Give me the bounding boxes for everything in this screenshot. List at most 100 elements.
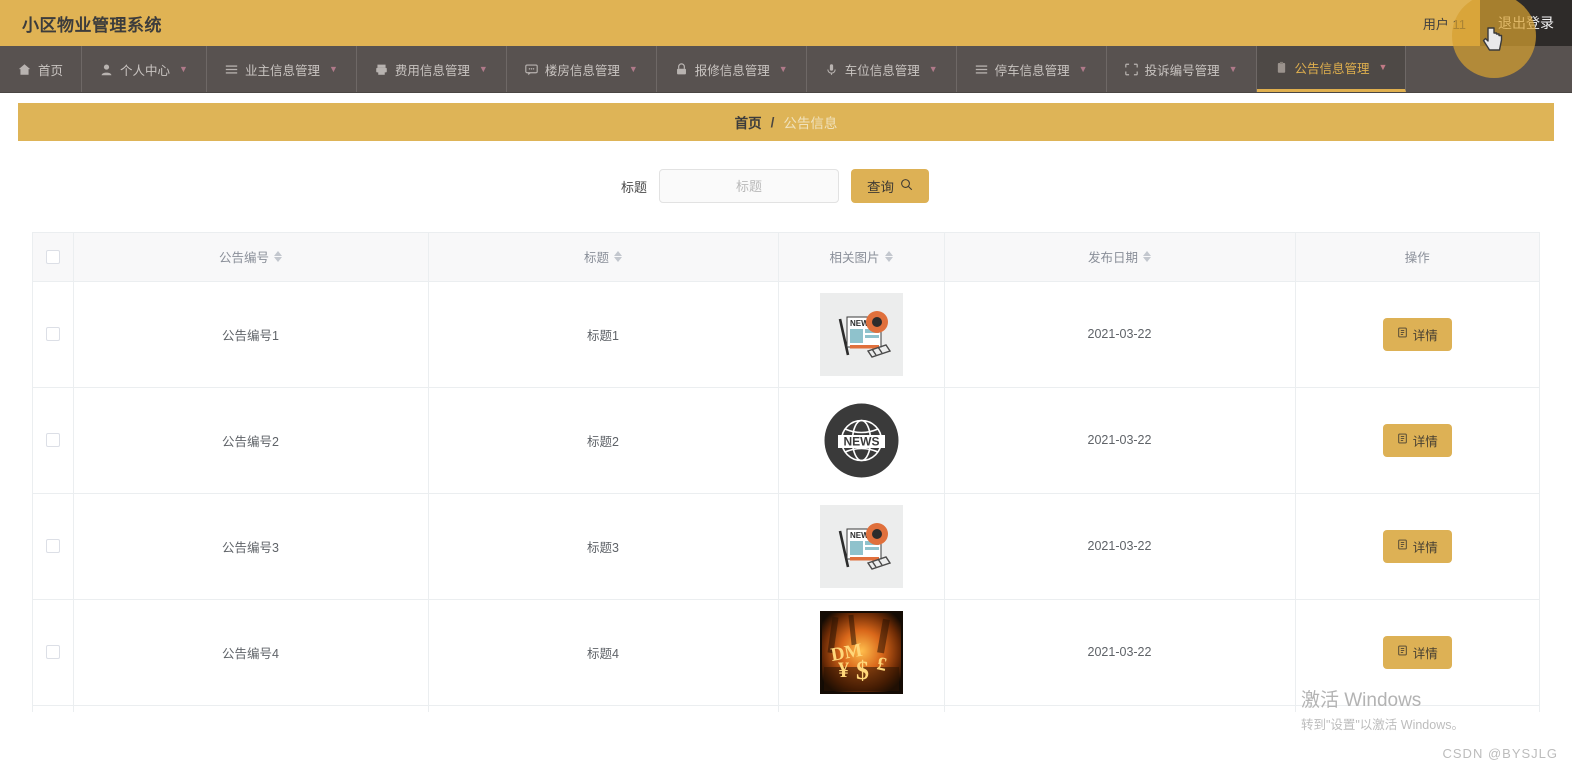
breadcrumb-current: 公告信息 xyxy=(783,116,838,131)
main-navigation: 首页 个人中心 ▼ 业主信息管理 ▼ 费用信息管理 ▼ 楼房信息管理 ▼ 报修信… xyxy=(0,46,1572,93)
nav-item-parking-space-info[interactable]: 车位信息管理 ▼ xyxy=(807,46,957,92)
cell-title: 标题2 xyxy=(428,387,779,494)
detail-button[interactable]: 详情 xyxy=(1382,635,1452,669)
cell-image: NEWS xyxy=(778,281,945,388)
header-right-group: 用户 11 退出登录 xyxy=(1409,0,1572,46)
th-notice-no[interactable]: 公告编号 xyxy=(73,233,429,282)
crop-icon xyxy=(1124,63,1138,76)
nav-label: 楼房信息管理 xyxy=(544,63,620,78)
notice-table-container: 公告编号 标题 相关图片 发布日期 操作 公告编号1 标题1 NEWS 2021… xyxy=(32,232,1540,712)
svg-text:¥: ¥ xyxy=(838,657,849,682)
chevron-down-icon: ▼ xyxy=(928,63,938,74)
document-icon xyxy=(1397,433,1408,447)
cell-image: NEWS xyxy=(778,387,945,494)
table-header-row: 公告编号 标题 相关图片 发布日期 操作 xyxy=(33,233,1539,282)
cell-select xyxy=(33,387,74,494)
notice-thumbnail-globe[interactable]: NEWS xyxy=(820,399,903,482)
table-row[interactable]: 公告编号2 标题2 NEWS 2021-03-22 详情 xyxy=(33,387,1539,494)
th-publish-date[interactable]: 发布日期 xyxy=(944,233,1296,282)
nav-label: 个人中心 xyxy=(120,63,171,78)
th-label: 公告编号 xyxy=(218,251,269,266)
cell-notice-no: 公告编号3 xyxy=(73,493,429,600)
lock-icon xyxy=(675,62,688,76)
document-icon xyxy=(1397,327,1408,341)
th-label: 操作 xyxy=(1404,251,1430,266)
notice-thumbnail-currency[interactable]: DM ¥ $ £ xyxy=(819,610,903,694)
th-select-all xyxy=(33,233,74,282)
nav-label: 车位信息管理 xyxy=(844,63,920,78)
cell-publish-date: 2021-03-22 xyxy=(944,387,1296,494)
th-title[interactable]: 标题 xyxy=(428,233,779,282)
clipboard-icon xyxy=(1275,61,1288,74)
app-title: 小区物业管理系统 xyxy=(22,15,162,35)
nav-filler xyxy=(1406,46,1572,92)
nav-label: 费用信息管理 xyxy=(394,63,470,78)
nav-label: 停车信息管理 xyxy=(994,63,1070,78)
nav-item-complaint-info[interactable]: 投诉编号管理 ▼ xyxy=(1107,46,1257,92)
th-label: 发布日期 xyxy=(1087,251,1138,266)
cell-title: 标题4 xyxy=(428,599,779,706)
search-field-label: 标题 xyxy=(620,179,647,195)
nav-item-repair-info[interactable]: 报修信息管理 ▼ xyxy=(657,46,807,92)
cell-action: 详情 xyxy=(1295,281,1539,388)
row-checkbox[interactable] xyxy=(45,433,60,448)
nav-label: 首页 xyxy=(38,63,64,78)
mic-icon xyxy=(825,63,838,76)
app-header: 小区物业管理系统 用户 11 退出登录 xyxy=(0,0,1572,78)
sort-icon[interactable] xyxy=(614,251,622,263)
sort-icon[interactable] xyxy=(274,251,282,263)
windows-watermark-subtitle: 转到"设置"以激活 Windows。 xyxy=(1300,718,1464,732)
nav-item-parking-info[interactable]: 停车信息管理 ▼ xyxy=(957,46,1107,92)
row-checkbox[interactable] xyxy=(45,645,60,660)
cell-select xyxy=(33,493,74,600)
table-row[interactable]: 公告编号3 标题3 NEWS 2021-03-22 详情 xyxy=(33,493,1539,600)
notice-thumbnail-newspaper[interactable]: NEWS xyxy=(819,504,903,588)
search-input[interactable] xyxy=(659,169,839,203)
cell-select xyxy=(33,705,74,712)
nav-item-notice-info[interactable]: 公告信息管理 ▼ xyxy=(1256,46,1407,92)
cell-select xyxy=(33,599,74,706)
nav-label: 公告信息管理 xyxy=(1294,62,1370,76)
table-row[interactable]: 公告编号1 标题1 NEWS 2021-03-22 详情 xyxy=(33,281,1539,388)
detail-button[interactable]: 详情 xyxy=(1382,529,1452,563)
cell-notice-no: 公告编号2 xyxy=(73,387,429,494)
nav-label: 报修信息管理 xyxy=(694,63,770,78)
user-icon xyxy=(100,63,113,76)
sort-icon[interactable] xyxy=(884,251,893,263)
csdn-watermark: CSDN @BYSJLG xyxy=(1442,746,1558,761)
cell-title: 标题3 xyxy=(428,493,779,600)
cell-publish-date: 2021-03-22 xyxy=(944,599,1296,706)
nav-item-building-info[interactable]: 楼房信息管理 ▼ xyxy=(507,46,657,92)
detail-button-label: 详情 xyxy=(1412,328,1438,343)
th-image[interactable]: 相关图片 xyxy=(778,233,945,282)
detail-button[interactable]: 详情 xyxy=(1382,423,1452,457)
select-all-checkbox[interactable] xyxy=(45,250,60,265)
list-icon xyxy=(975,63,988,76)
cell-title: 标题1 xyxy=(428,281,779,388)
cell-publish-date: 2021-03-22 xyxy=(944,493,1296,600)
nav-item-owner-info[interactable]: 业主信息管理 ▼ xyxy=(207,46,357,92)
table-row[interactable]: 公告编号4 标题4 DM ¥ $ £ 2021-03-22 详情 xyxy=(33,599,1539,706)
notice-thumbnail-newspaper[interactable]: NEWS xyxy=(819,292,903,376)
nav-item-fee-info[interactable]: 费用信息管理 ▼ xyxy=(357,46,507,92)
detail-button[interactable]: 详情 xyxy=(1382,317,1452,351)
chevron-down-icon: ▼ xyxy=(1228,63,1238,74)
logout-button[interactable]: 退出登录 xyxy=(1480,0,1572,46)
nav-item-home[interactable]: 首页 xyxy=(0,46,83,92)
cell-select xyxy=(33,281,74,388)
breadcrumb-home-link[interactable]: 首页 xyxy=(735,112,762,132)
table-row[interactable]: NEWS 详情 xyxy=(33,705,1539,712)
row-checkbox[interactable] xyxy=(45,327,60,342)
nav-item-personal-center[interactable]: 个人中心 ▼ xyxy=(82,46,207,92)
cell-action: 详情 xyxy=(1295,493,1539,600)
list-icon xyxy=(225,63,238,76)
row-checkbox[interactable] xyxy=(45,539,60,554)
notice-table: 公告编号 标题 相关图片 发布日期 操作 公告编号1 标题1 NEWS 2021… xyxy=(33,233,1539,712)
th-label: 标题 xyxy=(583,251,609,266)
search-button[interactable]: 查询 xyxy=(851,169,929,203)
cell-publish-date xyxy=(944,705,1296,712)
nav-label: 投诉编号管理 xyxy=(1144,63,1220,78)
table-body: 公告编号1 标题1 NEWS 2021-03-22 详情 公告编号2 标题2 N… xyxy=(33,281,1539,712)
cell-action: 详情 xyxy=(1295,599,1539,706)
sort-icon[interactable] xyxy=(1143,251,1151,263)
